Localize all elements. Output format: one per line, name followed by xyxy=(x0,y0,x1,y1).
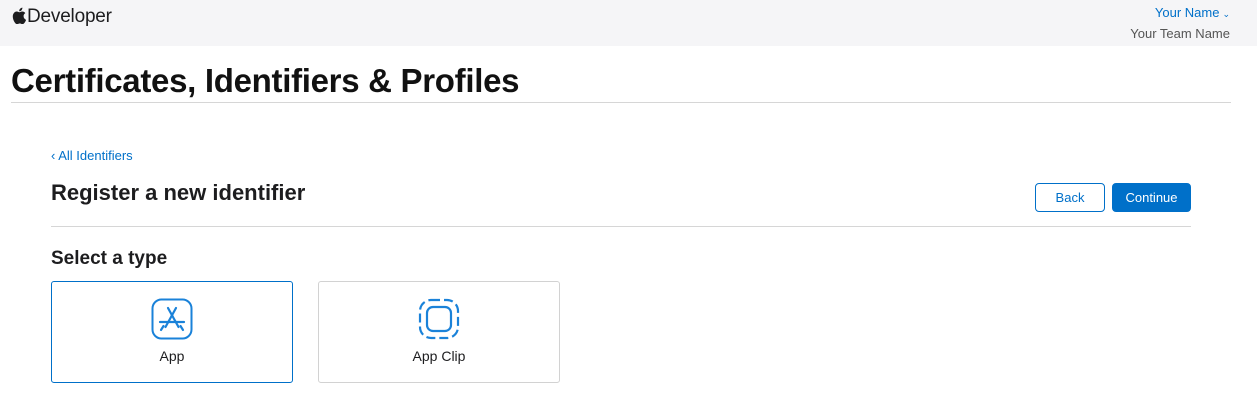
select-type-heading: Select a type xyxy=(51,248,168,269)
title-divider xyxy=(11,102,1231,103)
type-option-app-clip[interactable]: App Clip xyxy=(318,281,560,383)
developer-home-link[interactable]: Developer xyxy=(12,6,112,28)
global-header: Developer Your Name ⌄ Your Team Name xyxy=(0,0,1257,46)
all-identifiers-link[interactable]: ‹ All Identifiers xyxy=(51,148,133,163)
app-clip-icon xyxy=(418,298,460,340)
continue-button[interactable]: Continue xyxy=(1112,183,1191,212)
type-label: App Clip xyxy=(412,348,466,364)
section-divider xyxy=(51,226,1191,227)
team-name: Your Team Name xyxy=(1130,26,1230,41)
type-label: App xyxy=(159,348,185,364)
chevron-left-icon: ‹ xyxy=(51,148,56,163)
brand-label: Developer xyxy=(27,6,112,27)
app-store-icon xyxy=(151,298,193,340)
page-title: Certificates, Identifiers & Profiles xyxy=(11,62,520,99)
back-link-label: All Identifiers xyxy=(58,148,133,163)
back-button[interactable]: Back xyxy=(1035,183,1105,212)
user-menu-toggle[interactable]: Your Name ⌄ xyxy=(1155,2,1230,24)
chevron-down-icon: ⌄ xyxy=(1222,9,1230,19)
type-option-app[interactable]: App xyxy=(51,281,293,383)
account-menu: Your Name ⌄ Your Team Name xyxy=(1130,2,1230,44)
user-name: Your Name xyxy=(1154,5,1220,20)
section-title: Register a new identifier xyxy=(51,180,306,205)
apple-logo-icon xyxy=(12,7,26,24)
